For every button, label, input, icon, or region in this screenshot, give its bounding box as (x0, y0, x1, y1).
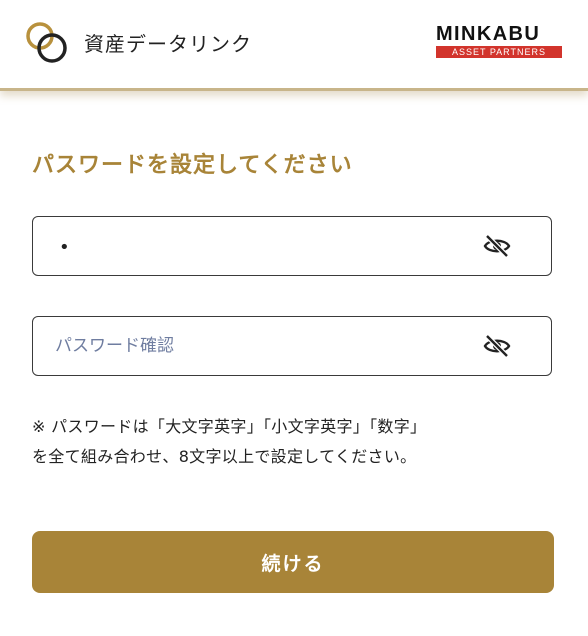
header: 資産データリンク MINKABU ASSET PARTNERS (0, 0, 588, 91)
note-line: を全て組み合わせ、8文字以上で設定してください。 (32, 447, 417, 466)
password-value: • (59, 237, 70, 258)
brand-name: MINKABU (436, 23, 541, 45)
password-confirm-field[interactable] (32, 316, 552, 376)
eye-slash-icon[interactable] (483, 234, 511, 258)
eye-slash-icon[interactable] (483, 334, 511, 358)
password-confirm-input[interactable] (55, 317, 475, 375)
brand-logo: MINKABU ASSET PARTNERS (436, 24, 562, 58)
page-title: パスワードを設定してください (32, 153, 353, 178)
brand-subtitle: ASSET PARTNERS (436, 46, 562, 58)
password-field[interactable]: • (32, 216, 552, 276)
password-requirements-note: ※ パスワードは「大文字英字」「小文字英字」「数字」 を全て組み合わせ、8文字以… (32, 412, 562, 472)
note-line: ※ パスワードは「大文字英字」「小文字英字」「数字」 (32, 417, 427, 436)
app-title: 資産データリンク (84, 32, 252, 56)
continue-button[interactable]: 続ける (32, 531, 554, 593)
logo-icon (26, 22, 67, 63)
